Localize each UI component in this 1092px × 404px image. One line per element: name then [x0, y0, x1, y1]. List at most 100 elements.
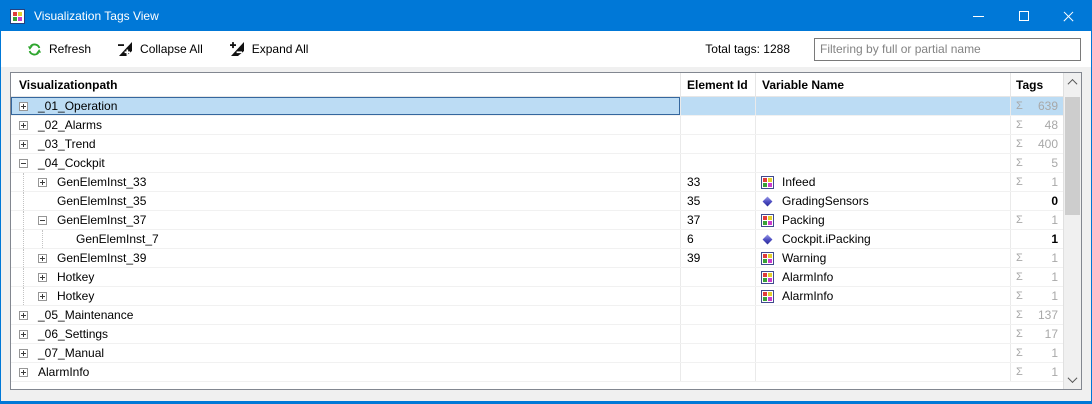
- column-header-element-id[interactable]: Element Id: [681, 73, 756, 96]
- element-id-cell: [681, 344, 756, 362]
- tags-cell: 0: [1011, 192, 1063, 210]
- tag-count: 5: [1051, 156, 1058, 170]
- tag-count: 1: [1051, 346, 1058, 360]
- table-row[interactable]: GenElemInst_33 33 Infeed Σ 1: [11, 173, 1063, 192]
- element-id-cell: 33: [681, 173, 756, 191]
- tree-expander-plus-icon[interactable]: [38, 253, 47, 263]
- table-header: Visualizationpath Element Id Variable Na…: [11, 73, 1081, 97]
- tag-count: 1: [1051, 232, 1058, 246]
- column-header-tags[interactable]: Tags: [1011, 73, 1063, 96]
- table-row[interactable]: GenElemInst_35 35 GradingSensors 0: [11, 192, 1063, 211]
- variable-cell: [756, 363, 1011, 381]
- table-row[interactable]: _06_Settings Σ 17: [11, 325, 1063, 344]
- tree-expander-plus-icon[interactable]: [19, 139, 28, 149]
- tree-expander-plus-icon[interactable]: [19, 101, 28, 111]
- table-row[interactable]: _01_Operation Σ 639: [11, 97, 1063, 116]
- collapse-all-button[interactable]: Collapse All: [117, 41, 203, 57]
- sigma-symbol: Σ: [1016, 252, 1023, 264]
- element-id-cell: [681, 268, 756, 286]
- screen-variable-icon: [761, 175, 774, 189]
- sigma-symbol: Σ: [1016, 214, 1023, 226]
- tree-expander-plus-icon[interactable]: [19, 120, 28, 130]
- tags-cell: Σ 5: [1011, 154, 1063, 172]
- tree-indent-guide: [19, 230, 38, 248]
- minimize-button[interactable]: [956, 1, 1001, 31]
- table-row[interactable]: GenElemInst_39 39 Warning Σ 1: [11, 249, 1063, 268]
- tree-expander-minus-icon[interactable]: [19, 158, 28, 168]
- element-id-cell: 37: [681, 211, 756, 229]
- scroll-down-arrow-icon[interactable]: [1064, 370, 1081, 389]
- table-row[interactable]: AlarmInfo Σ 1: [11, 363, 1063, 382]
- titlebar[interactable]: Visualization Tags View: [1, 1, 1091, 31]
- path-cell: Hotkey: [11, 287, 681, 305]
- tree-expander-minus-icon[interactable]: [38, 215, 47, 225]
- table-body: _01_Operation Σ 639 _02_Alarms Σ 48 _03_…: [11, 97, 1063, 382]
- path-label: GenElemInst_7: [76, 232, 159, 246]
- tags-cell: Σ 1: [1011, 173, 1063, 191]
- element-id-cell: [681, 97, 756, 115]
- tree-indent-guide: [19, 173, 38, 191]
- tag-count: 1: [1051, 365, 1058, 379]
- column-header-visualizationpath[interactable]: Visualizationpath: [11, 73, 681, 96]
- table-row[interactable]: Hotkey AlarmInfo Σ 1: [11, 287, 1063, 306]
- table-row[interactable]: GenElemInst_37 37 Packing Σ 1: [11, 211, 1063, 230]
- screen-variable-icon: [761, 289, 774, 303]
- table-row[interactable]: Hotkey AlarmInfo Σ 1: [11, 268, 1063, 287]
- tags-cell: Σ 1: [1011, 344, 1063, 362]
- element-id-cell: 35: [681, 192, 756, 210]
- variable-cell: [756, 154, 1011, 172]
- tags-cell: Σ 48: [1011, 116, 1063, 134]
- path-label: _02_Alarms: [38, 118, 103, 132]
- tree-expander-plus-icon[interactable]: [38, 272, 47, 282]
- path-cell: _07_Manual: [11, 344, 681, 362]
- scroll-up-arrow-icon[interactable]: [1064, 73, 1081, 92]
- variable-label: Cockpit.iPacking: [782, 232, 871, 246]
- table-row[interactable]: _03_Trend Σ 400: [11, 135, 1063, 154]
- tree-indent-guide: [19, 192, 38, 210]
- sigma-symbol: Σ: [1016, 119, 1023, 131]
- visualization-tags-view-window: Visualization Tags View Refresh Collapse…: [0, 0, 1092, 404]
- tree-expander-plus-icon[interactable]: [19, 329, 28, 339]
- maximize-button[interactable]: [1001, 1, 1046, 31]
- expand-all-button[interactable]: Expand All: [229, 41, 308, 57]
- scrollbar-thumb[interactable]: [1065, 97, 1080, 215]
- path-label: Hotkey: [57, 289, 95, 303]
- variable-cell: AlarmInfo: [756, 287, 1011, 305]
- sigma-symbol: Σ: [1016, 138, 1023, 150]
- refresh-icon: [27, 43, 42, 55]
- close-icon: [1062, 10, 1075, 23]
- variable-label: Warning: [782, 251, 827, 265]
- refresh-button[interactable]: Refresh: [27, 42, 91, 57]
- table-row[interactable]: _05_Maintenance Σ 137: [11, 306, 1063, 325]
- table-row[interactable]: _04_Cockpit Σ 5: [11, 154, 1063, 173]
- path-cell: GenElemInst_37: [11, 211, 681, 229]
- path-label: _04_Cockpit: [38, 156, 105, 170]
- table-row[interactable]: _02_Alarms Σ 48: [11, 116, 1063, 135]
- tag-count: 1: [1051, 270, 1058, 284]
- table-row[interactable]: GenElemInst_7 6 Cockpit.iPacking 1: [11, 230, 1063, 249]
- tag-count: 137: [1037, 308, 1058, 322]
- variable-cell: [756, 116, 1011, 134]
- element-id-cell: [681, 135, 756, 153]
- variable-cell: AlarmInfo: [756, 268, 1011, 286]
- tree-expander-plus-icon[interactable]: [19, 367, 28, 377]
- column-header-variable-name[interactable]: Variable Name: [756, 73, 1011, 96]
- screen-variable-icon: [761, 213, 774, 227]
- tree-expander-plus-icon[interactable]: [38, 291, 47, 301]
- path-cell: _02_Alarms: [11, 116, 681, 134]
- filter-input[interactable]: [814, 37, 1081, 61]
- element-id-cell: [681, 306, 756, 324]
- tags-cell: Σ 1: [1011, 287, 1063, 305]
- close-button[interactable]: [1046, 1, 1091, 31]
- tree-expander-plus-icon[interactable]: [19, 310, 28, 320]
- path-label: _07_Manual: [38, 346, 105, 360]
- tag-count: 1: [1051, 289, 1058, 303]
- tree-expander-plus-icon[interactable]: [38, 177, 47, 187]
- tree-expander-plus-icon[interactable]: [19, 348, 28, 358]
- tags-cell: Σ 1: [1011, 211, 1063, 229]
- table-row[interactable]: _07_Manual Σ 1: [11, 344, 1063, 363]
- sigma-symbol: Σ: [1016, 366, 1023, 378]
- vertical-scrollbar[interactable]: [1063, 73, 1081, 389]
- element-id-cell: 6: [681, 230, 756, 248]
- tag-count: 17: [1044, 327, 1058, 341]
